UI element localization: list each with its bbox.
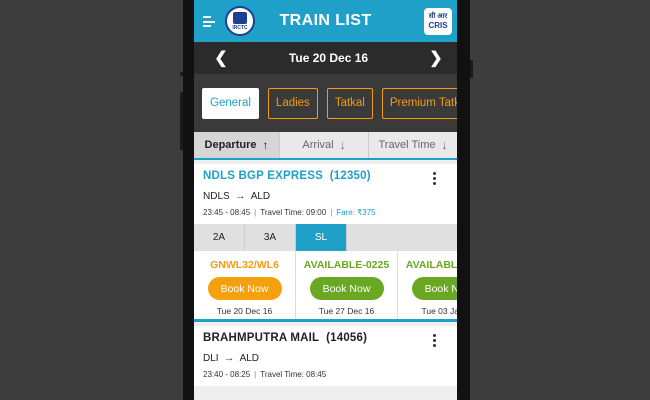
menu-icon[interactable] xyxy=(203,16,217,27)
page-title: TRAIN LIST xyxy=(279,12,372,29)
chevron-left-icon[interactable]: ❮ xyxy=(214,48,228,68)
quota-general-button[interactable]: General xyxy=(202,87,259,119)
train-card[interactable]: NDLS BGP EXPRESS (12350) NDLS → ALD 23:4… xyxy=(194,164,457,322)
class-tab-sl[interactable]: SL xyxy=(296,224,347,251)
arrow-down-icon: ↓ xyxy=(339,138,346,152)
arrow-up-icon: ↑ xyxy=(262,138,269,152)
book-now-button[interactable]: Book Now xyxy=(411,277,457,300)
more-options-icon[interactable] xyxy=(433,334,437,349)
book-now-button[interactable]: Book Now xyxy=(207,277,282,300)
journey-date: Tue 20 Dec 16 xyxy=(288,51,369,65)
phone-power-button xyxy=(470,60,473,78)
sort-arrival-button[interactable]: Arrival ↓ xyxy=(280,132,369,158)
sort-departure-button[interactable]: Departure ↑ xyxy=(194,132,280,158)
availability-status: GNWL32/WL6 xyxy=(210,259,279,271)
sort-travel-time-button[interactable]: Travel Time ↓ xyxy=(369,132,457,158)
train-route: NDLS → ALD xyxy=(203,190,271,202)
phone-volume-button xyxy=(180,92,183,150)
quota-ladies-button[interactable]: Ladies xyxy=(267,87,318,119)
sort-departure-label: Departure xyxy=(204,139,257,151)
fare-label: Fare: ₹375 xyxy=(336,208,376,217)
availability-status: AVAILABLE-0225 xyxy=(405,259,457,271)
quota-tatkal-button[interactable]: Tatkal xyxy=(326,87,373,119)
more-options-icon[interactable] xyxy=(433,172,437,187)
class-tab-2a[interactable]: 2A xyxy=(194,224,245,251)
sort-travel-time-label: Travel Time xyxy=(378,139,436,151)
availability-item: AVAILABLE-0225 Book Now Tue 03 Jan 17 xyxy=(398,251,457,319)
train-name: NDLS BGP EXPRESS (12350) xyxy=(203,170,371,182)
class-tabs: 2A 3A SL xyxy=(194,224,457,251)
train-meta: 23:40 - 08:25 | Travel Time: 08:45 xyxy=(203,370,327,379)
train-route: DLI → ALD xyxy=(203,352,260,364)
train-name: BRAHMPUTRA MAIL (14056) xyxy=(203,332,368,344)
irctc-logo: IRCTC xyxy=(225,6,255,36)
availability-list[interactable]: GNWL32/WL6 Book Now Tue 20 Dec 16 AVAILA… xyxy=(194,251,457,322)
cris-logo: सी आर CRIS xyxy=(424,8,452,35)
train-meta: 23:45 - 08:45 | Travel Time: 09:00 | Far… xyxy=(203,208,376,217)
quota-premium-tatkal-button[interactable]: Premium Tatkal xyxy=(381,87,457,119)
sort-bar: Departure ↑ Arrival ↓ Travel Time ↓ xyxy=(194,132,457,160)
arrow-down-icon: ↓ xyxy=(441,138,448,152)
availability-date: Tue 03 Jan 17 xyxy=(421,306,457,316)
class-tab-3a[interactable]: 3A xyxy=(245,224,296,251)
availability-item: AVAILABLE-0225 Book Now Tue 27 Dec 16 xyxy=(296,251,398,319)
date-navigator: ❮ Tue 20 Dec 16 ❯ xyxy=(194,42,457,74)
quota-selector: General Ladies Tatkal Premium Tatkal xyxy=(194,74,457,132)
availability-item: GNWL32/WL6 Book Now Tue 20 Dec 16 xyxy=(194,251,296,319)
phone-side-button xyxy=(180,72,183,76)
arrow-right-icon: → xyxy=(234,190,246,202)
availability-date: Tue 27 Dec 16 xyxy=(318,306,375,316)
availability-status: AVAILABLE-0225 xyxy=(303,259,390,271)
app-screen: IRCTC TRAIN LIST सी आर CRIS ❮ Tue 20 Dec… xyxy=(194,0,457,400)
book-now-button[interactable]: Book Now xyxy=(309,277,384,300)
sort-arrival-label: Arrival xyxy=(302,139,334,151)
app-bar: IRCTC TRAIN LIST सी आर CRIS xyxy=(194,0,457,42)
arrow-right-icon: → xyxy=(223,352,235,364)
train-card[interactable]: BRAHMPUTRA MAIL (14056) DLI → ALD 23:40 … xyxy=(194,326,457,386)
availability-date: Tue 20 Dec 16 xyxy=(216,306,273,316)
chevron-right-icon[interactable]: ❯ xyxy=(429,48,443,68)
